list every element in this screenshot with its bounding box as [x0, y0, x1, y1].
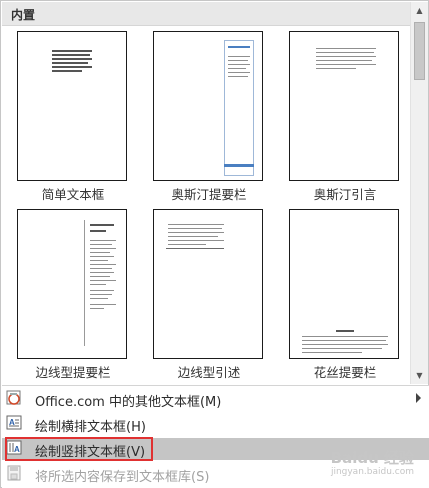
office-globe-icon	[6, 390, 22, 406]
gallery-tile-simple-textbox[interactable]: 简单文本框	[7, 27, 139, 205]
submenu-arrow-icon	[416, 393, 421, 403]
scroll-down-arrow-icon[interactable]: ▼	[411, 367, 428, 384]
textbox-dropdown-panel: 内置 ▲ ▼ 简单文本框 奥斯汀提要栏 奥斯汀引言 边线型提要栏 边线型引述 花…	[0, 0, 429, 488]
scroll-thumb[interactable]	[414, 22, 425, 80]
gallery-tile-border-quote[interactable]: 边线型引述	[143, 205, 275, 383]
tile-label: 简单文本框	[41, 187, 105, 202]
menu-item-label: 绘制横排文本框(H)	[35, 420, 146, 435]
tile-label: 边线型提要栏	[35, 365, 111, 380]
tile-label: 花丝提要栏	[313, 365, 377, 380]
save-selection-icon	[6, 465, 22, 481]
scroll-up-arrow-icon[interactable]: ▲	[411, 2, 428, 19]
simple-textbox-preview	[17, 31, 127, 181]
menu-item-label: Office.com 中的其他文本框(M)	[35, 395, 222, 410]
menu-item-office-more-textboxes[interactable]: Office.com 中的其他文本框(M)	[2, 388, 429, 410]
horizontal-textbox-icon: A	[6, 415, 22, 431]
gallery-tile-austin-quote[interactable]: 奥斯汀引言	[279, 27, 411, 205]
gallery-section-title: 内置	[11, 8, 36, 22]
tile-label: 奥斯汀提要栏	[171, 187, 247, 202]
border-sidebar-preview	[17, 209, 127, 359]
filigree-sidebar-preview	[289, 209, 399, 359]
border-quote-preview	[153, 209, 263, 359]
baidu-watermark-url: jingyan.baidu.com	[330, 467, 414, 477]
gallery-scrollbar[interactable]: ▲ ▼	[410, 2, 428, 384]
gallery-tile-austin-sidebar[interactable]: 奥斯汀提要栏	[143, 27, 275, 205]
austin-sidebar-preview	[153, 31, 263, 181]
baidu-watermark: Baidu 经验	[330, 449, 414, 467]
highlight-annotation-box	[5, 437, 153, 461]
tile-label: 奥斯汀引言	[313, 187, 377, 202]
menu-item-draw-horizontal-textbox[interactable]: A 绘制横排文本框(H)	[2, 413, 429, 435]
tile-label: 边线型引述	[177, 365, 241, 380]
austin-quote-preview	[289, 31, 399, 181]
gallery-section-header: 内置	[2, 2, 410, 26]
menu-item-label: 将所选内容保存到文本框库(S)	[35, 470, 210, 485]
gallery-tile-filigree-sidebar[interactable]: 花丝提要栏	[279, 205, 411, 383]
gallery-tile-border-sidebar[interactable]: 边线型提要栏	[7, 205, 139, 383]
